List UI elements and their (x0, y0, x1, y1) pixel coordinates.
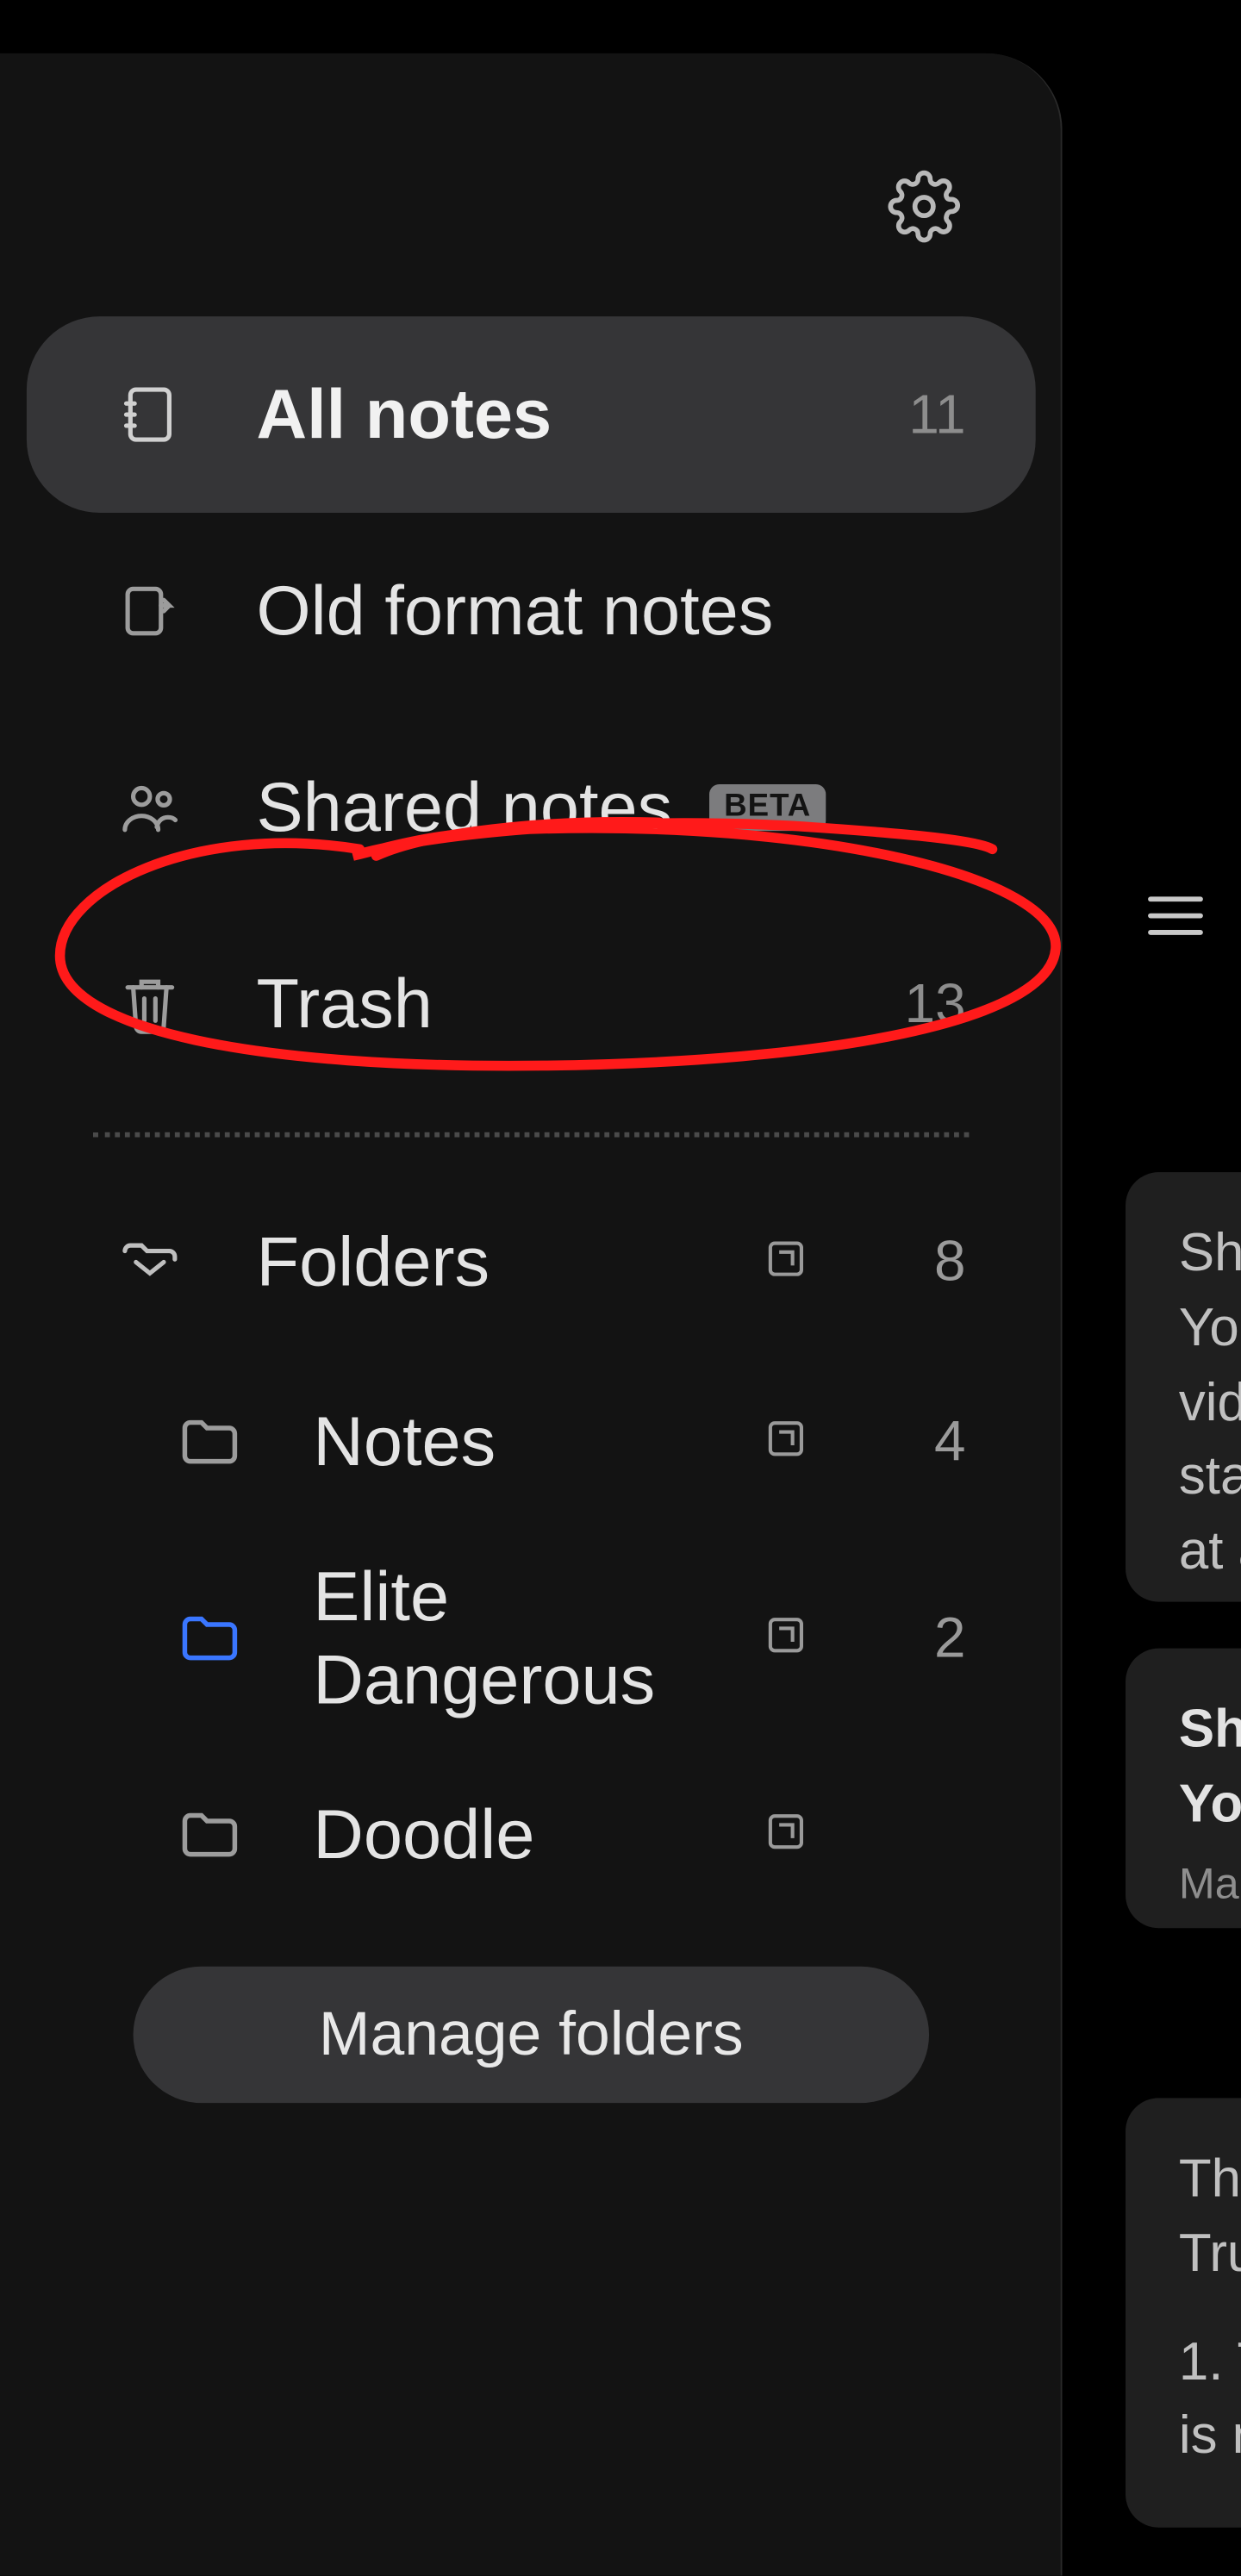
people-icon (113, 771, 186, 845)
navigation-drawer: All notes 11 Old format notes (0, 53, 1063, 2576)
sync-icon (759, 1411, 813, 1472)
convert-note-icon (113, 575, 186, 648)
folder-label: Notes (313, 1400, 759, 1483)
note-text: is n (1179, 2398, 1241, 2473)
nav-shared-notes[interactable]: Shared notes BETA (27, 709, 1036, 906)
folder-count: 4 (889, 1409, 966, 1474)
note-title: Sha (1179, 1692, 1241, 1767)
note-text: Sha (1179, 1215, 1241, 1290)
folder-count: 2 (889, 1606, 966, 1670)
note-text: vide (1179, 1364, 1241, 1439)
folder-label: Elite Dangerous (313, 1556, 759, 1720)
note-title: YouT (1179, 1766, 1241, 1841)
folder-count: 8 (889, 1230, 966, 1294)
folders-label: Folders (257, 1222, 759, 1302)
folder-item[interactable]: Doodle (27, 1737, 1036, 1933)
note-subtext: Ma (1179, 1857, 1241, 1909)
folders-header[interactable]: Folders 8 (27, 1181, 1036, 1344)
nav-label: Shared notes (257, 765, 673, 849)
nav-old-format-notes[interactable]: Old format notes (27, 513, 1036, 709)
settings-button[interactable] (888, 170, 961, 243)
nav-all-notes[interactable]: All notes 11 (27, 316, 1036, 513)
nav-label: Trash (257, 962, 889, 1045)
note-text: 1. T (1179, 2323, 1241, 2398)
note-text: at a (1179, 1514, 1241, 1589)
note-text: You (1179, 1290, 1241, 1365)
note-card[interactable]: Sha YouT Ma (1126, 1649, 1241, 1929)
folder-open-icon (113, 1226, 186, 1299)
note-text: Thr (1179, 2142, 1241, 2217)
note-icon (113, 378, 186, 452)
note-text: star (1179, 1439, 1241, 1514)
folder-item[interactable]: Elite Dangerous 2 (27, 1540, 1036, 1737)
trash-icon (113, 967, 186, 1040)
nav-count: 11 (889, 383, 966, 446)
hamburger-menu-icon[interactable] (1142, 883, 1208, 949)
note-text: Tru (1179, 2216, 1241, 2291)
beta-badge: BETA (709, 784, 826, 831)
nav-count: 13 (889, 972, 966, 1035)
sync-icon (759, 1804, 813, 1865)
folder-icon (173, 1602, 246, 1675)
folder-item[interactable]: Notes 4 (27, 1344, 1036, 1540)
manage-folders-button[interactable]: Manage folders (134, 1967, 929, 2103)
folder-label: Doodle (313, 1793, 759, 1876)
manage-folders-label: Manage folders (319, 1999, 744, 2069)
note-card[interactable]: Sha You vide star at a (1126, 1172, 1241, 1601)
sync-icon (759, 1232, 813, 1293)
folder-icon (173, 1799, 246, 1872)
sync-icon (759, 1607, 813, 1668)
nav-label: All notes (257, 372, 889, 456)
folder-icon (173, 1406, 246, 1479)
divider (93, 1132, 969, 1138)
nav-trash[interactable]: Trash 13 (27, 906, 1036, 1102)
nav-label: Old format notes (257, 569, 966, 652)
note-card[interactable]: Thr Tru 1. T is n (1126, 2098, 1241, 2527)
